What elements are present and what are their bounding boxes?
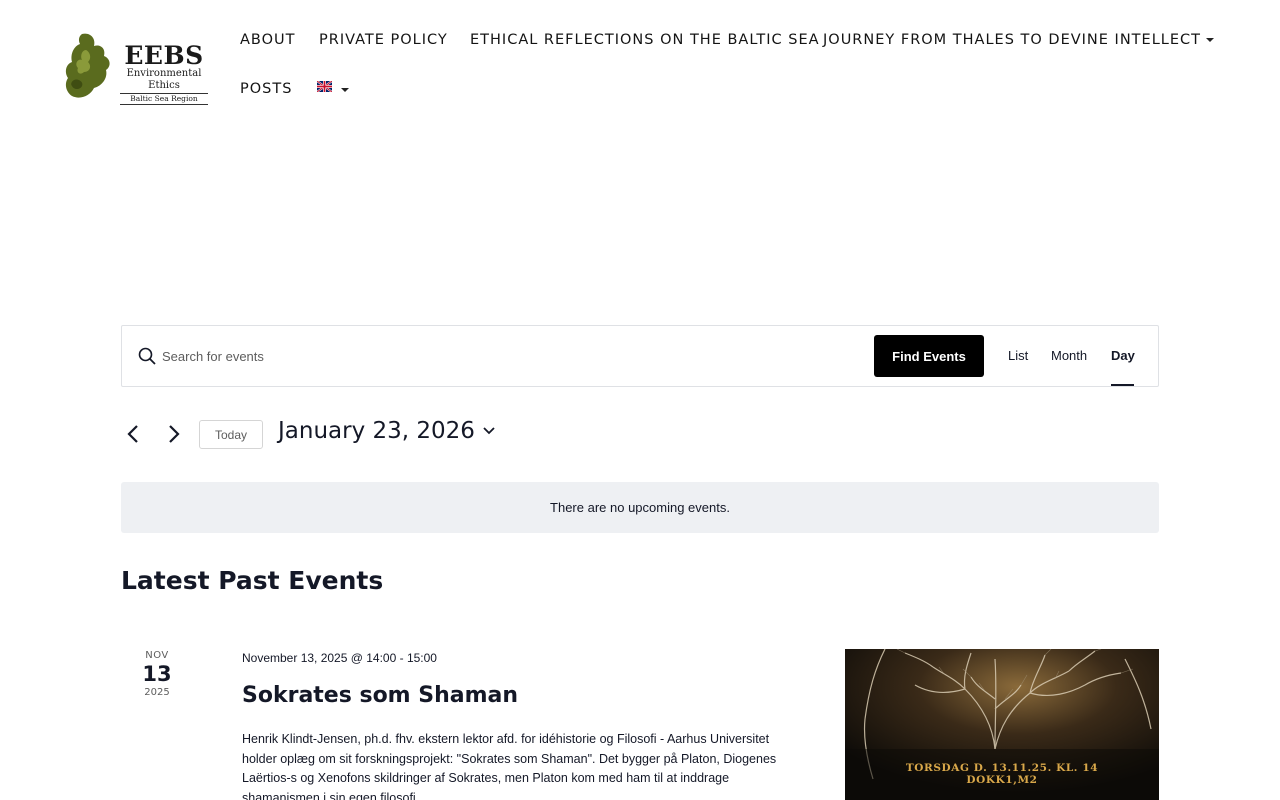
events-search-bar: Find Events List Month Day: [121, 325, 1159, 387]
event-title-link[interactable]: Sokrates som Shaman: [242, 683, 518, 708]
latest-past-events-heading: Latest Past Events: [121, 566, 384, 595]
nav-item-journey[interactable]: JOURNEY FROM THALES TO DEVINE INTELLECT: [823, 32, 1214, 48]
nav-item-private-policy[interactable]: PRIVATE POLICY: [319, 32, 448, 48]
view-month-link[interactable]: Month: [1051, 348, 1087, 363]
find-events-button[interactable]: Find Events: [874, 335, 984, 377]
search-input[interactable]: [158, 340, 758, 372]
nav-item-ethical-reflections[interactable]: ETHICAL REFLECTIONS ON THE BALTIC SEA: [470, 32, 820, 48]
event-image-caption-location: DOKK1,M2: [966, 774, 1038, 786]
current-date-label: January 23, 2026: [278, 418, 475, 444]
nav-item-about[interactable]: ABOUT: [240, 32, 296, 48]
event-featured-image[interactable]: TORSDAG D. 13.11.25. KL. 14 DOKK1,M2: [845, 649, 1159, 800]
logo-title: EEBS: [124, 41, 204, 70]
event-description: Henrik Klindt-Jensen, ph.d. fhv. ekstern…: [242, 732, 777, 800]
nav-item-posts[interactable]: POSTS: [240, 81, 292, 97]
chevron-down-icon: [1206, 38, 1214, 42]
logo-region: Baltic Sea Region: [120, 93, 208, 105]
uk-flag-icon[interactable]: [317, 81, 332, 92]
nav-item-journey-label: JOURNEY FROM THALES TO DEVINE INTELLECT: [823, 32, 1201, 48]
event-year: 2025: [144, 687, 170, 698]
language-chevron-down-icon[interactable]: [341, 88, 349, 92]
event-date-tag: NOV 13 2025: [121, 650, 193, 698]
no-events-notice: There are no upcoming events.: [121, 482, 1159, 533]
event-image-caption-date: TORSDAG D. 13.11.25. KL. 14: [905, 762, 1099, 774]
baltic-map-icon: [65, 33, 110, 98]
date-picker-button[interactable]: January 23, 2026: [278, 418, 495, 444]
event-datetime: November 13, 2025 @ 14:00 - 15:00: [242, 651, 437, 665]
search-icon: [138, 347, 156, 365]
logo-subtitle: Environmental Ethics: [126, 68, 202, 91]
site-logo[interactable]: EEBS Environmental Ethics Baltic Sea Reg…: [62, 30, 214, 105]
active-view-indicator: [1111, 384, 1134, 386]
event-month: NOV: [145, 650, 169, 661]
view-day-link[interactable]: Day: [1111, 348, 1135, 363]
chevron-down-icon: [483, 427, 495, 435]
view-list-link[interactable]: List: [1008, 348, 1028, 363]
today-button[interactable]: Today: [199, 420, 263, 449]
previous-day-arrow-icon[interactable]: [124, 424, 144, 444]
event-day: 13: [142, 662, 172, 686]
next-day-arrow-icon[interactable]: [163, 424, 183, 444]
